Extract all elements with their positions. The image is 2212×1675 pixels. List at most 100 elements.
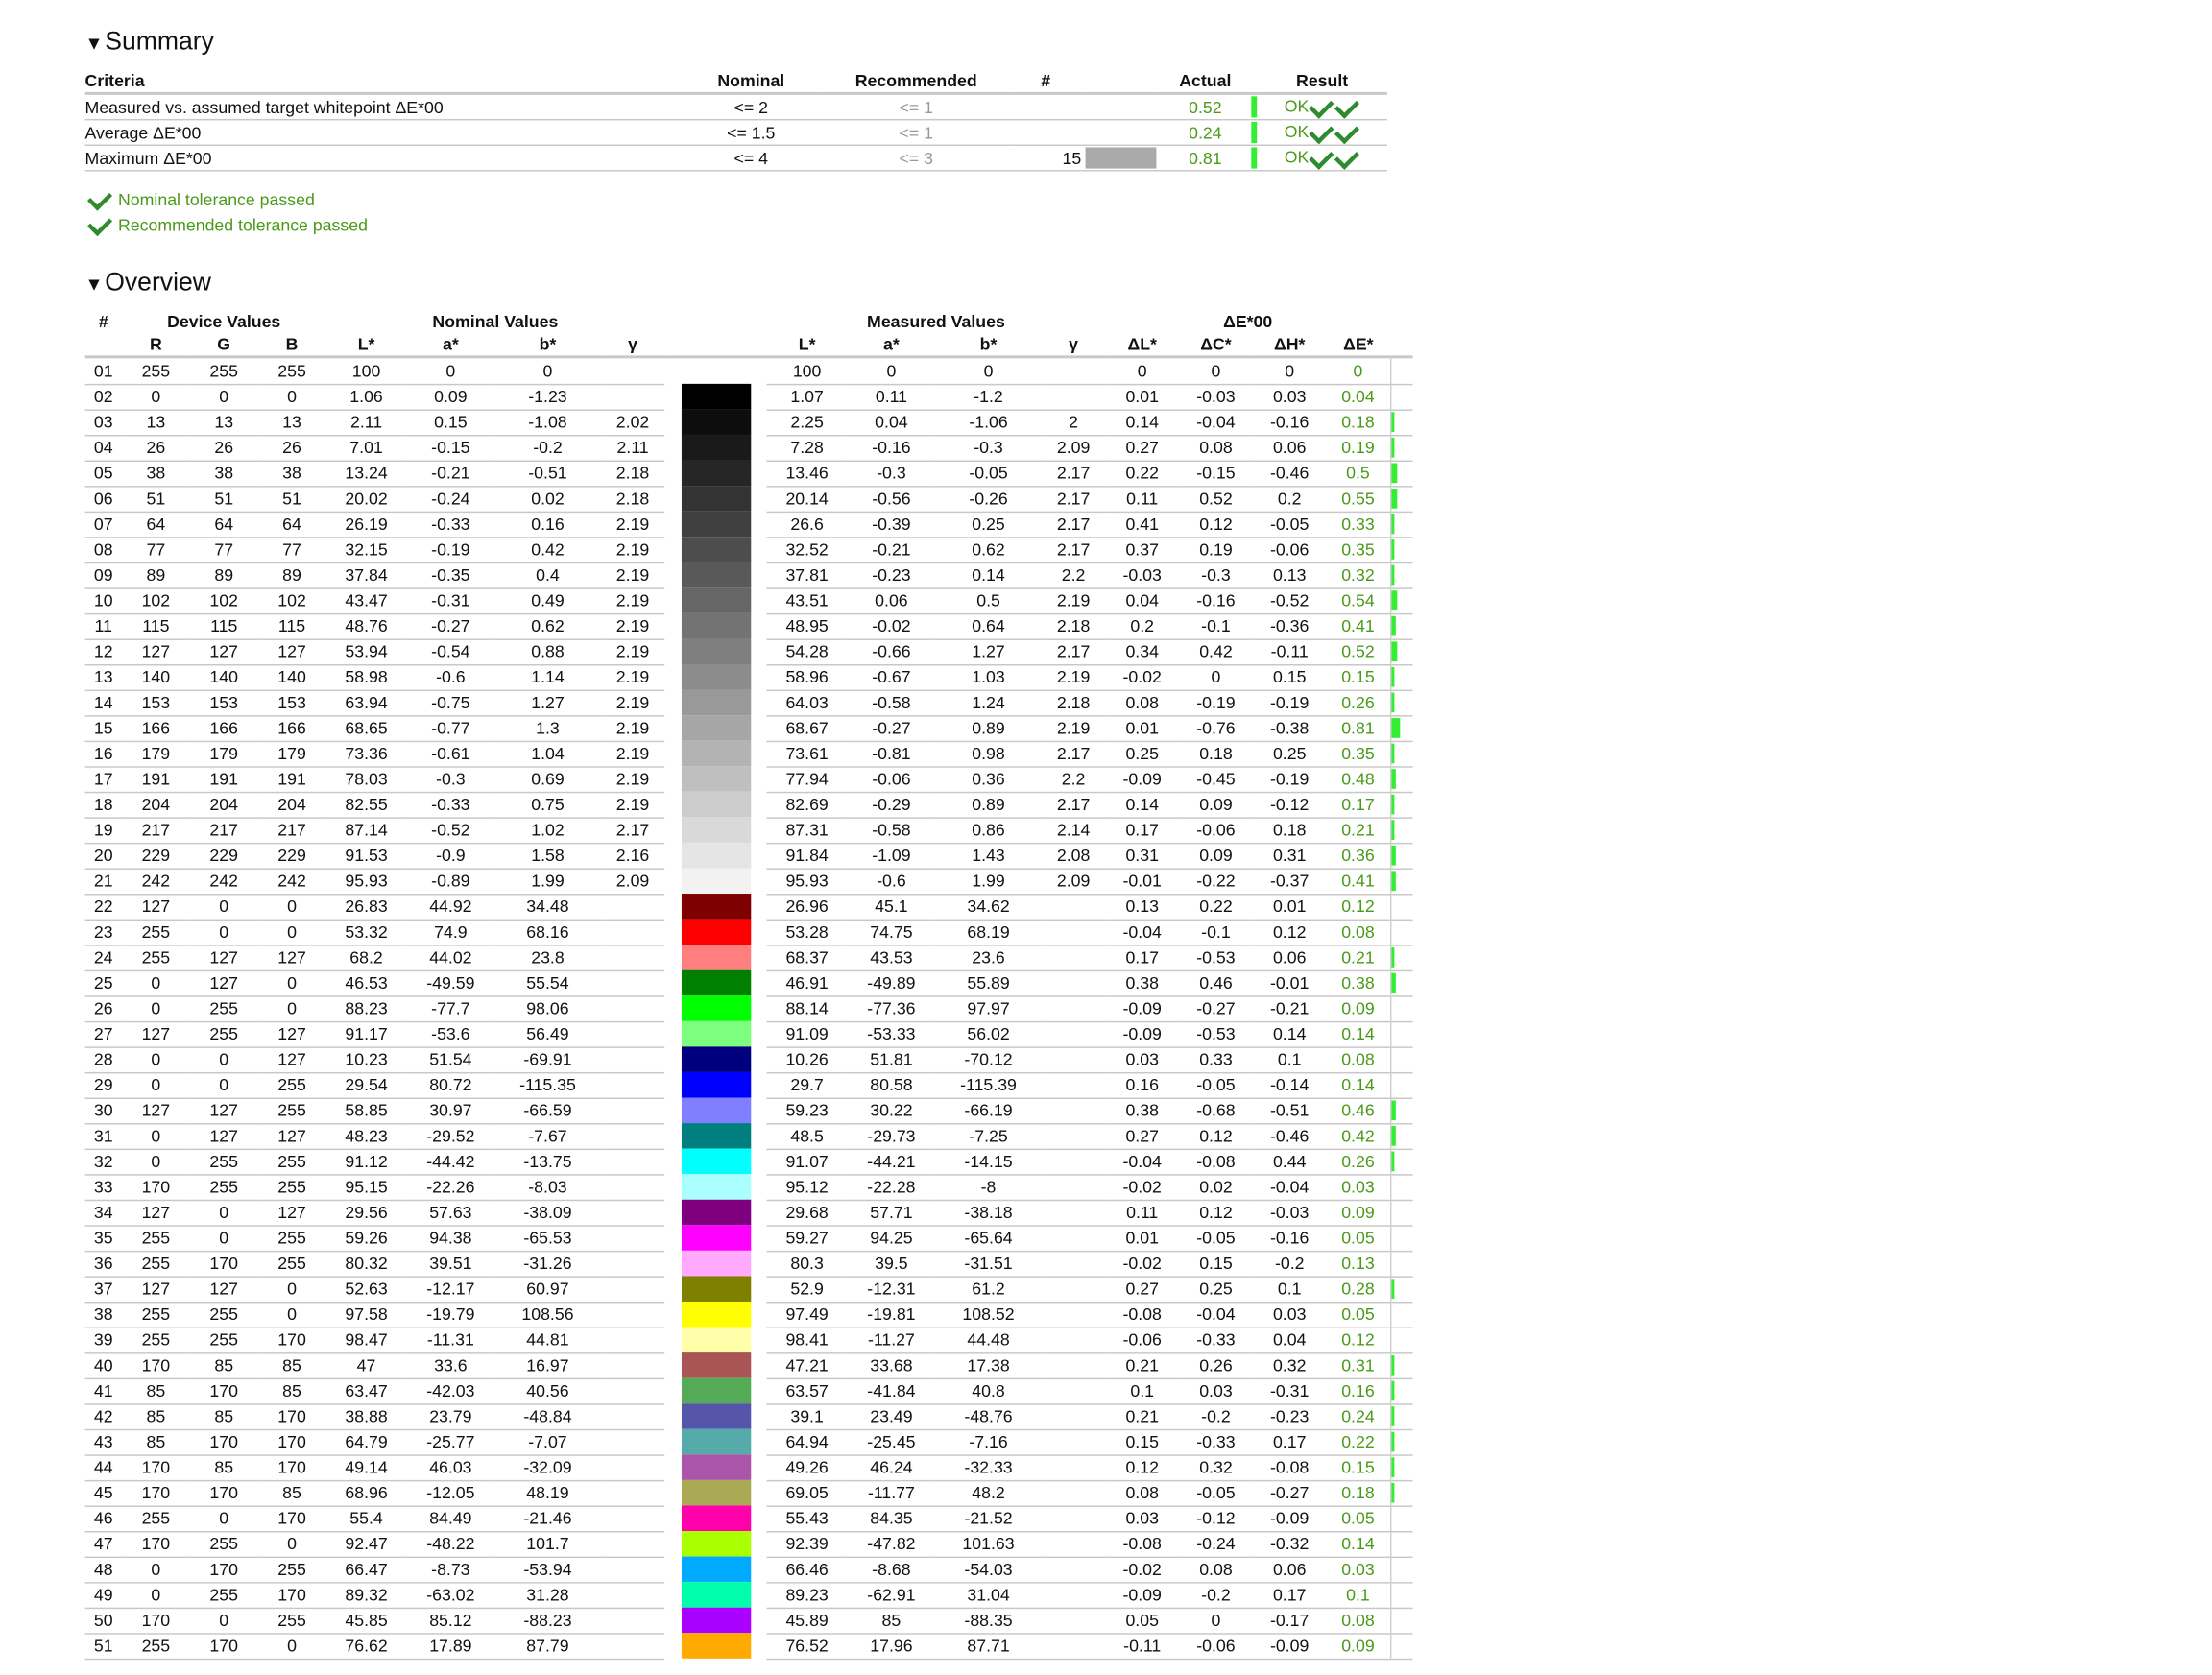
delta-e-bar	[1390, 616, 1396, 637]
delta-e-cell: 0.36	[1326, 842, 1391, 870]
patch-row: 45 170 170 85 68.96 -12.05 48.19 69.05 -11.77 48.…	[84, 1479, 1413, 1507]
delta-e-cell: 0.09	[1326, 1199, 1391, 1227]
empty-header	[84, 331, 122, 359]
measured-gamma-cell: 2.17	[1041, 740, 1106, 767]
device-g-cell: 255	[189, 1582, 258, 1609]
nominal-gamma-cell: 2.19	[600, 562, 665, 589]
measured-b-cell: -32.33	[935, 1454, 1042, 1481]
delta-h-cell: 0.2	[1252, 486, 1327, 513]
device-g-cell: 255	[189, 1148, 258, 1175]
nominal-a-cell: 80.72	[406, 1071, 495, 1099]
device-b-cell: 242	[257, 868, 326, 895]
measured-a-cell: -25.45	[847, 1428, 936, 1456]
delta-l-cell: -0.02	[1105, 1174, 1180, 1201]
device-b-cell: 64	[257, 511, 326, 538]
nominal-gamma-cell	[600, 969, 665, 997]
delta-e-bar	[1390, 1406, 1394, 1427]
patch-number-cell: 27	[84, 1020, 122, 1048]
delta-e-bar-cell	[1389, 537, 1413, 563]
measured-gamma-cell: 2.14	[1041, 817, 1106, 844]
delta-l-cell: 0.27	[1105, 1276, 1180, 1303]
nominal-b-cell: -7.67	[494, 1123, 601, 1150]
delta-h-cell: -0.21	[1252, 995, 1327, 1022]
device-r-cell: 255	[121, 1250, 190, 1278]
delta-l-cell: 0.27	[1105, 1123, 1180, 1150]
nominal-b-cell: 1.58	[494, 842, 601, 870]
delta-e-bar-cell	[1389, 715, 1413, 742]
color-swatch-cell	[664, 919, 766, 945]
patch-row: 34 127 0 127 29.56 57.63 -38.09 29.68 57.71 -38.1…	[84, 1199, 1413, 1227]
delta-e-bar-cell	[1389, 638, 1413, 665]
device-r-cell: 170	[121, 1352, 190, 1379]
measured-gamma-cell: 2.17	[1041, 511, 1106, 538]
delta-e-bar-cell	[1389, 1327, 1413, 1353]
patch-number-cell: 34	[84, 1199, 122, 1227]
delta-h-cell: -0.03	[1252, 1199, 1327, 1227]
delta-e-bar	[1390, 947, 1394, 969]
nominal-a-cell: -0.19	[406, 537, 495, 563]
measured-l-cell: 29.68	[766, 1199, 848, 1227]
summary-heading[interactable]: ▼Summary	[85, 27, 214, 58]
nominal-a-cell: -0.75	[406, 689, 495, 716]
measured-gamma-cell	[1041, 1276, 1106, 1303]
checkmark-icon	[1308, 144, 1334, 170]
nominal-l-cell: 48.23	[325, 1123, 407, 1150]
nominal-b-cell: 23.8	[494, 945, 601, 971]
measured-gamma-cell: 2.17	[1041, 460, 1106, 487]
collapse-triangle-icon[interactable]: ▼	[85, 30, 106, 59]
nominal-a-cell: -0.15	[406, 434, 495, 462]
measured-b-cell: 0.14	[935, 562, 1042, 589]
delta-c-cell: -0.05	[1179, 1479, 1253, 1507]
measured-a-cell: -0.02	[847, 612, 936, 640]
nominal-l-cell: 10.23	[325, 1046, 407, 1073]
delta-e-bar	[1390, 565, 1394, 586]
device-b-cell: 170	[257, 1582, 326, 1609]
patch-number-cell: 07	[84, 511, 122, 538]
device-g-cell: 89	[189, 562, 258, 589]
color-swatch-cell	[664, 1020, 766, 1047]
delta-e-bar-cell	[1389, 1479, 1413, 1507]
patch-number-cell: 16	[84, 740, 122, 767]
color-swatch	[681, 740, 751, 767]
color-swatch	[681, 1301, 751, 1328]
number-group-header: #	[98, 310, 108, 331]
measured-gamma-cell	[1041, 1556, 1106, 1583]
delta-e-bar	[1390, 489, 1397, 510]
nominal-l-cell: 32.15	[325, 537, 407, 563]
column-header: b*	[494, 331, 601, 359]
delta-l-cell: 0.11	[1105, 1199, 1180, 1227]
nominal-b-cell: -88.23	[494, 1607, 601, 1634]
delta-h-cell: -0.51	[1252, 1097, 1327, 1124]
patch-number-cell: 44	[84, 1454, 122, 1481]
device-g-cell: 0	[189, 1505, 258, 1532]
patch-row: 14 153 153 153 63.94 -0.75 1.27 2.19 64.03 -0.58 1…	[84, 689, 1413, 716]
color-swatch-cell	[664, 1377, 766, 1404]
nominal-l-cell: 59.26	[325, 1225, 407, 1252]
delta-c-cell: -0.12	[1179, 1505, 1253, 1532]
measured-gamma-cell	[1041, 1046, 1106, 1073]
color-swatch	[681, 1148, 751, 1175]
collapse-triangle-icon[interactable]: ▼	[85, 271, 106, 299]
device-r-cell: 85	[121, 1428, 190, 1456]
overview-heading[interactable]: ▼Overview	[85, 268, 211, 299]
device-r-cell: 85	[121, 1377, 190, 1404]
measured-b-cell: 87.71	[935, 1633, 1042, 1660]
nominal-gamma-cell	[600, 1582, 665, 1609]
nominal-l-cell: 29.54	[325, 1071, 407, 1099]
device-b-cell: 85	[257, 1352, 326, 1379]
measured-b-cell: -7.16	[935, 1428, 1042, 1456]
measured-a-cell: 94.25	[847, 1225, 936, 1252]
patch-row: 15 166 166 166 68.65 -0.77 1.3 2.19 68.67 -0.27 0.…	[84, 715, 1413, 742]
nominal-a-cell: 30.97	[406, 1097, 495, 1124]
delta-e-bar-cell	[1389, 842, 1413, 870]
delta-e-cell: 0.12	[1326, 1327, 1391, 1353]
criteria-cell: Average ΔE*00	[84, 119, 681, 146]
delta-h-cell: 0.25	[1252, 740, 1327, 767]
measured-a-cell: 46.24	[847, 1454, 936, 1481]
nominal-gamma-cell	[600, 1556, 665, 1583]
device-r-cell: 170	[121, 1174, 190, 1201]
color-swatch-cell	[664, 995, 766, 1021]
nominal-l-cell: 97.58	[325, 1301, 407, 1328]
nominal-b-cell: 1.02	[494, 817, 601, 844]
nominal-b-cell: 1.04	[494, 740, 601, 767]
